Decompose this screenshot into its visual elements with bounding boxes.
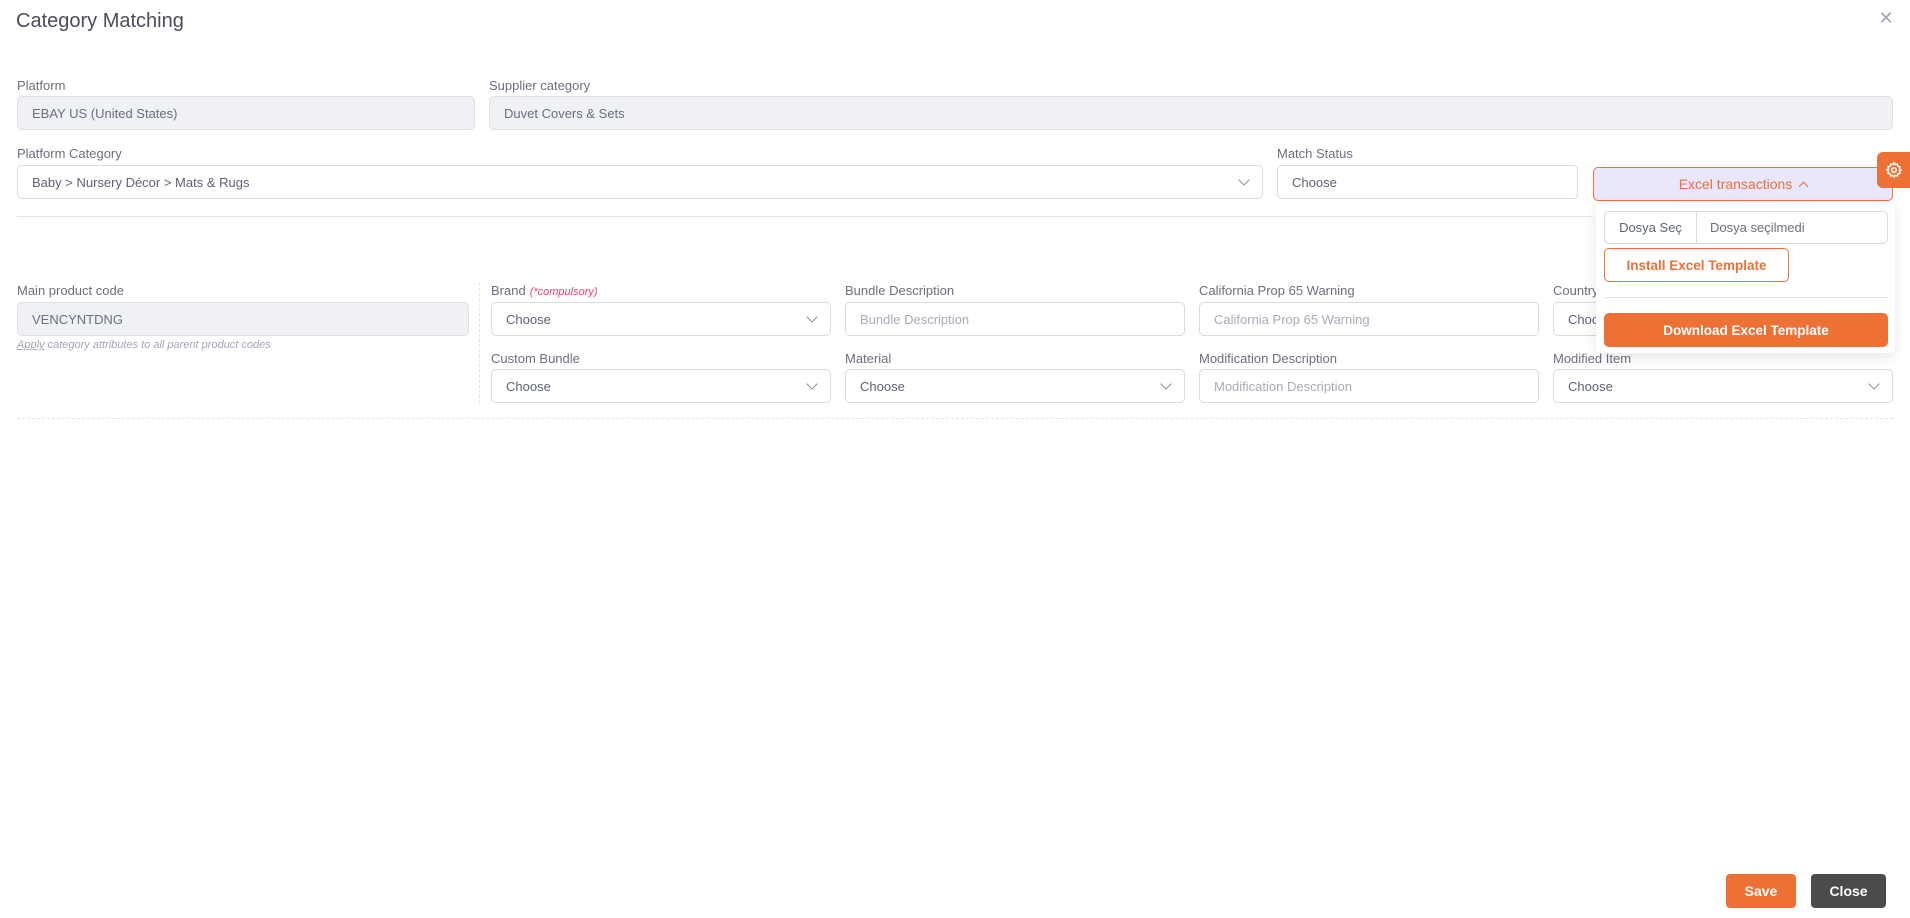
material-value: Choose <box>860 378 905 394</box>
country-label: Country <box>1553 283 1599 298</box>
chevron-down-icon <box>1868 378 1880 390</box>
main-product-code-value: VENCYNTDNG <box>32 311 124 327</box>
apply-attributes-note: Apply category attributes to all parent … <box>17 339 271 351</box>
download-excel-template-button[interactable]: Download Excel Template <box>1604 313 1888 347</box>
file-status: Dosya seçilmedi <box>1710 220 1805 235</box>
install-excel-template-button[interactable]: Install Excel Template <box>1604 248 1789 282</box>
panel-divider <box>1604 297 1888 298</box>
california-prop-65-warning-input[interactable]: California Prop 65 Warning <box>1199 302 1539 336</box>
custom-bundle-label: Custom Bundle <box>491 351 580 366</box>
modification-description-label-text: Modification Description <box>1199 351 1338 366</box>
main-product-code-field: VENCYNTDNG <box>17 302 469 336</box>
custom-bundle-value: Choose <box>506 378 551 394</box>
match-status-value: Choose <box>1292 174 1337 190</box>
california-prop-65-warning-placeholder: California Prop 65 Warning <box>1214 311 1370 327</box>
modified-item-label: Modified Item <box>1553 351 1631 366</box>
bundle-description-input[interactable]: Bundle Description <box>845 302 1185 336</box>
main-product-code-label: Main product code <box>17 283 124 298</box>
brand-label-text: Brand <box>491 283 526 298</box>
bundle-description-label: Bundle Description <box>845 283 954 298</box>
modification-description-input[interactable]: Modification Description <box>1199 369 1539 403</box>
modified-item-label-text: Modified Item <box>1553 351 1632 366</box>
attributes-bottom-divider <box>17 418 1893 419</box>
custom-bundle-select[interactable]: Choose <box>491 369 831 403</box>
california-prop-65-warning-label: California Prop 65 Warning <box>1199 283 1355 298</box>
modification-description-placeholder: Modification Description <box>1214 378 1353 394</box>
save-button[interactable]: Save <box>1726 874 1796 908</box>
modified-item-select[interactable]: Choose <box>1553 369 1893 403</box>
custom-bundle-label-text: Custom Bundle <box>491 351 580 366</box>
brand-select[interactable]: Choose <box>491 302 831 336</box>
section-divider <box>17 216 1593 217</box>
chevron-down-icon <box>1160 378 1172 390</box>
column-divider <box>479 283 480 403</box>
close-button[interactable]: Close <box>1811 874 1886 908</box>
platform-category-select[interactable]: Baby > Nursery Décor > Mats & Rugs <box>17 165 1263 199</box>
chevron-down-icon <box>806 311 818 323</box>
choose-file-button[interactable]: Dosya Seç <box>1605 212 1697 243</box>
modified-item-value: Choose <box>1568 378 1613 394</box>
material-select[interactable]: Choose <box>845 369 1185 403</box>
required-note: (*compulsory) <box>529 286 598 298</box>
material-label-text: Material <box>845 351 892 366</box>
close-icon[interactable]: ✕ <box>1876 8 1896 28</box>
material-label: Material <box>845 351 891 366</box>
california-prop-65-warning-label-text: California Prop 65 Warning <box>1199 283 1355 298</box>
modification-description-label: Modification Description <box>1199 351 1337 366</box>
brand-value: Choose <box>506 311 551 327</box>
excel-transactions-label: Excel transactions <box>1678 176 1793 192</box>
supplier-category-value: Duvet Covers & Sets <box>504 105 625 121</box>
match-status-label: Match Status <box>1277 146 1353 161</box>
platform-label: Platform <box>17 78 66 93</box>
gear-icon <box>1885 161 1903 179</box>
match-status-select[interactable]: Choose <box>1277 165 1578 199</box>
modal-title: Category Matching <box>16 10 184 32</box>
apply-link[interactable]: Apply <box>17 339 45 351</box>
supplier-category-field: Duvet Covers & Sets <box>489 96 1893 130</box>
apply-note-text: category attributes to all parent produc… <box>44 339 271 351</box>
platform-category-label: Platform Category <box>17 146 122 161</box>
file-chooser[interactable]: Dosya Seç Dosya seçilmedi <box>1604 211 1888 244</box>
chevron-up-icon <box>1798 181 1809 191</box>
platform-value: EBAY US (United States) <box>32 105 178 121</box>
platform-category-value: Baby > Nursery Décor > Mats & Rugs <box>32 174 250 190</box>
bundle-description-label-text: Bundle Description <box>845 283 955 298</box>
excel-transactions-button[interactable]: Excel transactions <box>1593 167 1893 201</box>
country-label-text: Country <box>1553 283 1599 298</box>
settings-tab[interactable] <box>1877 152 1910 188</box>
chevron-down-icon <box>806 378 818 390</box>
platform-field: EBAY US (United States) <box>17 96 475 130</box>
supplier-category-label: Supplier category <box>489 78 591 93</box>
chevron-down-icon <box>1238 174 1250 186</box>
brand-label: Brand (*compulsory) <box>491 283 598 298</box>
bundle-description-placeholder: Bundle Description <box>860 311 970 327</box>
